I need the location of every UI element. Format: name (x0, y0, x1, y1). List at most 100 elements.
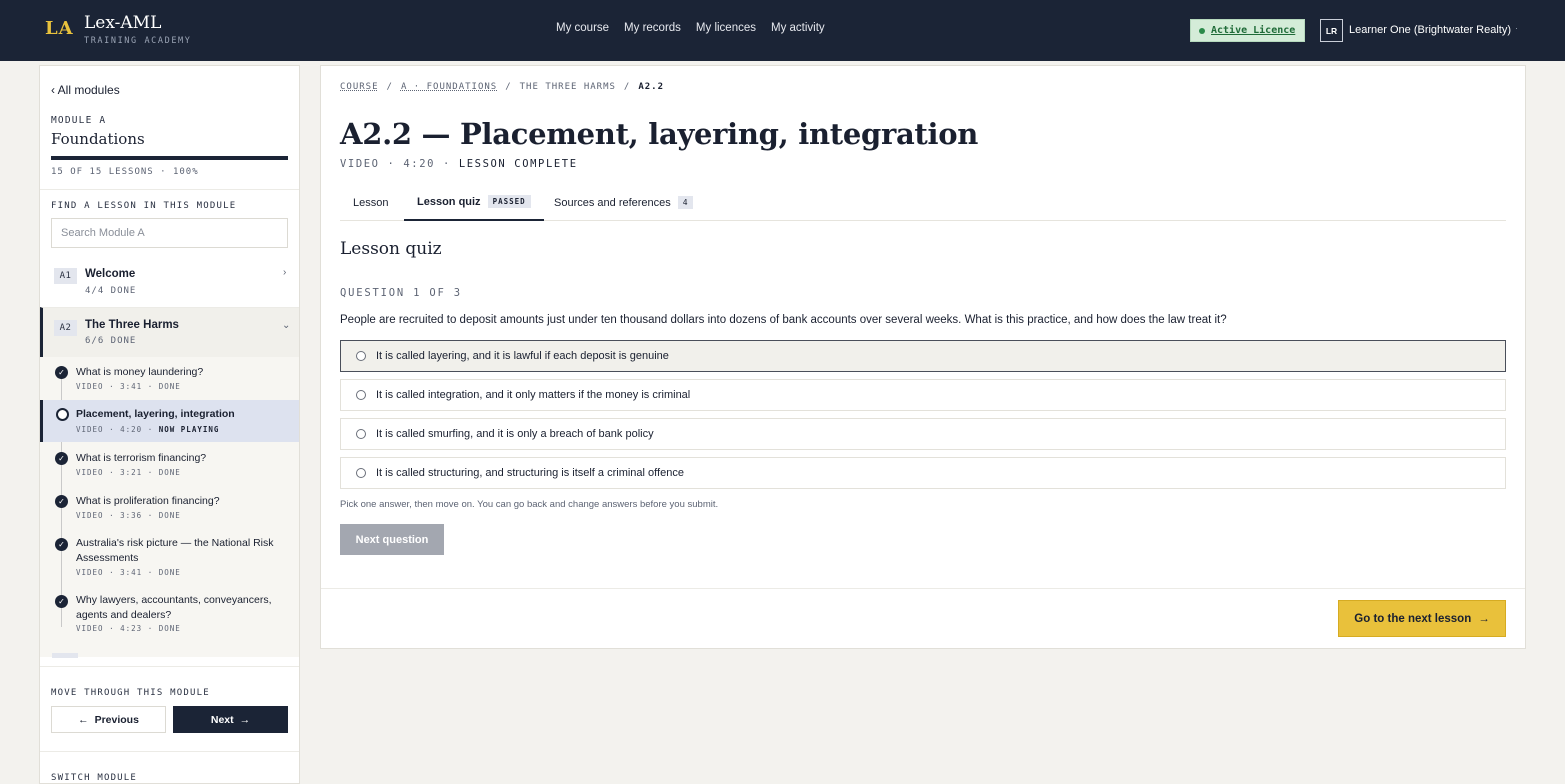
check-icon: ✓ (55, 366, 68, 379)
chevron-down-icon: ⌄ (282, 320, 291, 331)
next-lesson-button[interactable]: Next → (173, 706, 288, 733)
arrow-right-icon: → (239, 713, 251, 726)
divider (40, 666, 299, 667)
logo-mark[interactable]: LA (45, 18, 74, 39)
tab-sources[interactable]: Sources and references 4 (554, 184, 693, 221)
lesson-title: What is money laundering? (76, 366, 204, 378)
lesson-tabs: Lesson Lesson quiz PASSED Sources and re… (340, 184, 1506, 221)
passed-badge: PASSED (487, 195, 531, 208)
breadcrumb-module[interactable]: A · FOUNDATIONS (401, 82, 497, 92)
radio-icon[interactable] (356, 390, 366, 400)
answer-text: It is called layering, and it is lawful … (376, 350, 669, 362)
lesson-meta: VIDEO · 4:23 · DONE (76, 624, 181, 633)
group-code: A1 (54, 268, 77, 284)
group-meta: 4/4 DONE (85, 286, 137, 296)
divider (321, 588, 1525, 589)
breadcrumb: COURSE / A · FOUNDATIONS / THE THREE HAR… (340, 82, 664, 92)
arrow-right-icon: → (1478, 612, 1490, 625)
answer-option[interactable]: It is called integration, and it only ma… (340, 379, 1506, 411)
tab-lesson[interactable]: Lesson (353, 184, 388, 221)
now-playing-label: NOW PLAYING (158, 425, 220, 434)
lesson-title: Australia's risk picture — the National … (76, 537, 274, 564)
next-group-code-clipped (52, 653, 78, 658)
lesson-list: ✓ What is money laundering? VIDEO · 3:41… (40, 357, 299, 657)
next-label: Next (210, 713, 234, 726)
find-lesson-label: FIND A LESSON IN THIS MODULE (51, 201, 237, 211)
all-modules-link[interactable]: ‹ All modules (51, 83, 120, 97)
module-progress-fill (51, 156, 288, 160)
brand-name[interactable]: Lex-AML (84, 13, 161, 33)
answer-option[interactable]: It is called smurfing, and it is only a … (340, 418, 1506, 450)
lesson-item-current[interactable]: Placement, layering, integration VIDEO ·… (40, 400, 299, 442)
licence-badge-label: Active Licence (1211, 25, 1296, 36)
nav-my-course[interactable]: My course (556, 22, 609, 34)
lesson-meta-line: VIDEO · 4:20 · LESSON COMPLETE (340, 158, 578, 170)
group-title: The Three Harms (85, 319, 179, 331)
lesson-group-a1[interactable]: A1 Welcome 4/4 DONE › (40, 262, 299, 306)
check-icon: ✓ (55, 538, 68, 551)
nav-my-licences[interactable]: My licences (696, 22, 756, 34)
avatar[interactable]: LR (1320, 19, 1343, 42)
check-icon: ✓ (55, 595, 68, 608)
lesson-item[interactable]: ✓ Why lawyers, accountants, conveyancers… (40, 587, 299, 644)
answer-option[interactable]: It is called layering, and it is lawful … (340, 340, 1506, 372)
lesson-group-a2[interactable]: A2 The Three Harms 6/6 DONE ⌄ (40, 307, 299, 357)
move-through-label: MOVE THROUGH THIS MODULE (51, 688, 210, 698)
previous-label: Previous (94, 713, 139, 726)
previous-lesson-button[interactable]: ← Previous (51, 706, 166, 733)
lesson-item[interactable]: ✓ Australia's risk picture — the Nationa… (40, 529, 299, 586)
divider (40, 751, 299, 752)
module-progress-text: 15 OF 15 LESSONS · 100% (51, 167, 199, 177)
radio-icon[interactable] (356, 351, 366, 361)
check-icon: ✓ (55, 452, 68, 465)
breadcrumb-separator: / (623, 82, 631, 92)
nav-my-records[interactable]: My records (624, 22, 681, 34)
lesson-meta-prefix: VIDEO · 4:20 · (340, 158, 459, 170)
answer-text: It is called structuring, and structurin… (376, 467, 684, 479)
lesson-main-card: COURSE / A · FOUNDATIONS / THE THREE HAR… (320, 65, 1526, 649)
lesson-meta: VIDEO · 3:21 · DONE (76, 468, 181, 477)
breadcrumb-current: A2.2 (638, 82, 665, 92)
lesson-meta-prefix: VIDEO · 4:20 · (76, 425, 159, 434)
licence-badge[interactable]: Active Licence (1190, 19, 1306, 42)
radio-icon[interactable] (356, 429, 366, 439)
question-text: People are recruited to deposit amounts … (340, 314, 1227, 326)
radio-icon[interactable] (356, 468, 366, 478)
user-menu-icon[interactable]: · (1515, 23, 1518, 33)
answer-text: It is called integration, and it only ma… (376, 389, 691, 401)
module-kicker: MODULE A (51, 115, 107, 126)
lesson-item[interactable]: ✓ What is terrorism financing? VIDEO · 3… (40, 443, 299, 485)
lesson-item[interactable]: ✓ What is proliferation financing? VIDEO… (40, 486, 299, 528)
quiz-heading: Lesson quiz (340, 239, 442, 259)
user-name[interactable]: Learner One (Brightwater Realty) (1349, 24, 1511, 36)
breadcrumb-separator: / (386, 82, 393, 92)
lesson-search-input[interactable] (51, 218, 288, 248)
group-meta: 6/6 DONE (85, 336, 137, 346)
count-badge: 4 (677, 196, 693, 209)
module-title: Foundations (51, 130, 145, 148)
tab-lesson-quiz[interactable]: Lesson quiz PASSED (404, 184, 544, 221)
lesson-meta: VIDEO · 3:41 · DONE (76, 568, 181, 577)
lesson-title: What is terrorism financing? (76, 452, 207, 464)
answer-option[interactable]: It is called structuring, and structurin… (340, 457, 1506, 489)
breadcrumb-group: THE THREE HARMS (519, 82, 616, 92)
top-bar: LA Lex-AML TRAINING ACADEMY My course My… (0, 0, 1565, 61)
tab-label: Lesson quiz (417, 195, 481, 208)
next-question-button[interactable]: Next question (340, 524, 444, 555)
brand-subtitle: TRAINING ACADEMY (84, 36, 192, 46)
page-title: A2.2 — Placement, layering, integration (340, 117, 979, 151)
lesson-item[interactable]: ✓ What is money laundering? VIDEO · 3:41… (40, 357, 299, 399)
nav-my-activity[interactable]: My activity (771, 22, 825, 34)
divider (40, 189, 299, 190)
answer-text: It is called smurfing, and it is only a … (376, 428, 654, 440)
arrow-left-icon: ← (78, 713, 89, 726)
go-to-next-lesson-button[interactable]: Go to the next lesson → (1338, 600, 1506, 637)
top-nav: My course My records My licences My acti… (556, 22, 825, 34)
tab-label: Lesson (353, 196, 389, 209)
quiz-hint: Pick one answer, then move on. You can g… (340, 499, 719, 510)
lesson-status: LESSON COMPLETE (458, 158, 578, 170)
switch-module-label: SWITCH MODULE (51, 773, 138, 783)
breadcrumb-course[interactable]: COURSE (340, 82, 379, 92)
lesson-meta: VIDEO · 3:41 · DONE (76, 382, 181, 391)
lesson-title: Placement, layering, integration (76, 408, 235, 420)
